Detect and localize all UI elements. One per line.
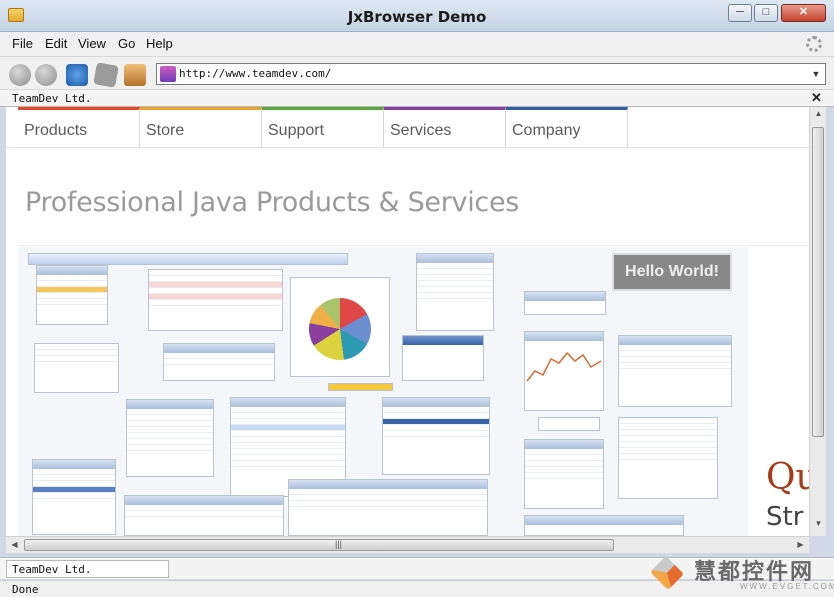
grip-icon: ||| (335, 539, 343, 549)
mini-progress (328, 383, 393, 391)
scroll-down-icon[interactable]: ▼ (810, 519, 827, 528)
mini-filelist (618, 335, 732, 407)
nav-item-company[interactable]: Company (506, 107, 628, 147)
str-fragment: Str (766, 502, 804, 532)
home-icon[interactable] (124, 64, 146, 86)
menu-edit[interactable]: Edit (45, 36, 67, 51)
mini-dialog (402, 335, 484, 381)
mini-list (382, 397, 490, 475)
mini-person-info (163, 343, 275, 381)
vertical-scrollbar[interactable]: ▲ ▼ (809, 107, 826, 536)
nav-item-services[interactable]: Services (384, 107, 506, 147)
nav-label: Services (390, 122, 452, 139)
bottom-tab-teamdev[interactable]: TeamDev Ltd. (6, 560, 169, 578)
nav-item-support[interactable]: Support (262, 107, 384, 147)
showcase-divider (18, 245, 808, 246)
vertical-scroll-thumb[interactable] (812, 127, 824, 437)
page-viewport: Products Store Support Services Company Prof… (6, 107, 809, 536)
product-showcase-image: Hello World! (18, 247, 748, 536)
mini-spinner-field (538, 417, 600, 431)
nav-label: Company (512, 122, 581, 139)
nav-divider (6, 147, 809, 148)
horizontal-scrollbar[interactable]: ◀ ||| ▶ (6, 536, 809, 553)
nav-label: Support (268, 122, 325, 139)
nav-item-products[interactable]: Products (18, 107, 140, 147)
mini-pie-chart (309, 298, 371, 360)
horizontal-scroll-thumb[interactable]: ||| (24, 539, 614, 551)
mini-institution-table (124, 495, 284, 536)
mini-calendar-dropdown (32, 459, 116, 535)
mini-menubar (28, 253, 348, 265)
mini-pie-panel (290, 277, 390, 377)
menu-help[interactable]: Help (146, 36, 173, 51)
evget-logo-icon (650, 556, 684, 590)
refresh-icon[interactable] (66, 64, 88, 86)
menu-file[interactable]: File (12, 36, 33, 51)
menu-bar: File Edit View Go Help (0, 32, 834, 56)
address-dropdown-icon[interactable]: ▼ (809, 66, 823, 82)
watermark-url: WWW.EVGET.COM (740, 582, 834, 591)
status-text: Done (12, 583, 39, 596)
mini-groups (524, 439, 604, 509)
nav-label: Store (146, 122, 185, 139)
title-bar: JxBrowser Demo ─ □ ✕ (0, 0, 834, 32)
mini-calendar (416, 253, 494, 331)
back-icon[interactable] (9, 64, 31, 86)
page-headline: Professional Java Products & Services (25, 187, 520, 218)
forward-icon[interactable] (35, 64, 57, 86)
window-title: JxBrowser Demo (347, 8, 487, 26)
maximize-button[interactable]: □ (754, 4, 778, 22)
tab-teamdev[interactable]: TeamDev Ltd. (12, 92, 91, 105)
mini-stock-chart (524, 331, 604, 411)
scroll-right-icon[interactable]: ▶ (792, 540, 809, 549)
minimize-button[interactable]: ─ (728, 4, 752, 22)
tab-strip: TeamDev Ltd. ✕ (0, 90, 834, 107)
address-bar[interactable]: http://www.teamdev.com/ ▼ (156, 63, 826, 85)
mini-tabs (524, 291, 606, 315)
site-nav: Products Store Support Services Company (18, 107, 630, 147)
evget-watermark: 慧都控件网 WWW.EVGET.COM (650, 552, 834, 594)
nav-item-store[interactable]: Store (140, 107, 262, 147)
quote-fragment: Qu (766, 457, 809, 498)
mini-grid (288, 479, 488, 536)
address-input[interactable]: http://www.teamdev.com/ (179, 67, 331, 80)
nav-label: Products (24, 122, 88, 139)
site-icon (160, 66, 176, 82)
mini-table (126, 399, 214, 477)
mini-products-list (34, 343, 119, 393)
menu-view[interactable]: View (78, 36, 106, 51)
menu-go[interactable]: Go (118, 36, 135, 51)
mini-matrix (618, 417, 718, 499)
hello-world-label: Hello World! (612, 253, 732, 291)
mini-menu (36, 265, 108, 325)
close-window-button[interactable]: ✕ (781, 4, 826, 22)
scroll-left-icon[interactable]: ◀ (6, 540, 23, 549)
mini-form (148, 269, 283, 331)
mini-mail-table (524, 515, 684, 536)
mini-line-icon (526, 351, 602, 382)
scroll-up-icon[interactable]: ▲ (810, 109, 827, 118)
toolbar: http://www.teamdev.com/ ▼ (0, 56, 834, 90)
close-tab-icon[interactable]: ✕ (811, 90, 822, 106)
loading-spinner-icon (806, 36, 822, 52)
stop-icon[interactable] (93, 62, 119, 88)
